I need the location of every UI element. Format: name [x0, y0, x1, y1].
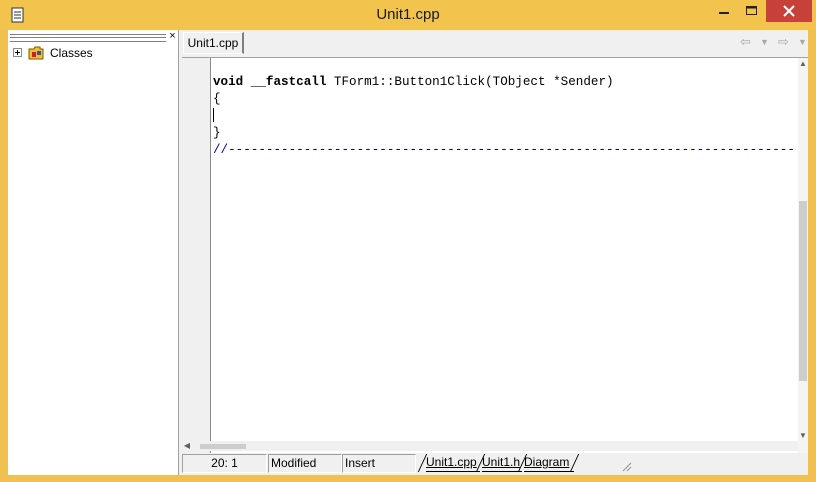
- modified-status: Modified: [268, 454, 342, 473]
- tab-label: Unit1.h: [482, 455, 521, 469]
- insert-mode-status: Insert: [342, 454, 416, 473]
- close-icon: [783, 5, 795, 17]
- back-dropdown-icon[interactable]: ▼: [760, 35, 770, 49]
- keyword: __fastcall: [250, 75, 327, 89]
- maximize-icon: [746, 6, 757, 15]
- maximize-button[interactable]: [738, 0, 766, 22]
- tab-unit1-cpp[interactable]: Unit1.cpp: [183, 32, 244, 54]
- bottom-tab-unit1-h[interactable]: Unit1.h: [482, 454, 522, 472]
- cursor-position: 20: 1: [182, 454, 267, 473]
- bottom-tab-diagram[interactable]: Diagram: [524, 454, 574, 472]
- code-line: }: [213, 125, 798, 142]
- explorer-close-icon[interactable]: ×: [168, 31, 177, 42]
- code-line: {: [213, 91, 798, 108]
- code-line: [213, 108, 798, 125]
- close-button[interactable]: [766, 0, 812, 22]
- tab-label: Unit1.cpp: [426, 455, 477, 469]
- vertical-scrollbar[interactable]: ▲ ▼: [798, 58, 808, 454]
- expand-icon[interactable]: [13, 48, 22, 57]
- scroll-down-icon[interactable]: ▼: [798, 431, 808, 441]
- explorer-grip[interactable]: [10, 34, 166, 42]
- tab-label: Diagram: [524, 455, 570, 469]
- keyword: void: [213, 75, 244, 89]
- scroll-up-icon[interactable]: ▲: [798, 59, 808, 69]
- class-explorer: × Classes: [8, 30, 179, 475]
- minimize-icon: [719, 12, 729, 14]
- text-caret: [213, 108, 214, 122]
- back-arrow-icon[interactable]: ⇦: [740, 35, 756, 49]
- tree-item-label: Classes: [50, 46, 93, 60]
- open-brace: {: [213, 92, 221, 106]
- tree-item-classes[interactable]: Classes: [12, 46, 132, 60]
- status-bar: 20: 1 Modified Insert Unit1.cpp Unit1.h …: [182, 453, 808, 473]
- editor-area: Unit1.cpp ⇦ ▼ ⇨ ▼ void __fastcall TForm1…: [182, 30, 808, 475]
- vertical-scroll-thumb[interactable]: [799, 201, 807, 381]
- editor-gutter[interactable]: [182, 58, 211, 454]
- window-title: Unit1.cpp: [376, 6, 440, 23]
- window-client: × Classes Unit1.cpp ⇦ ▼ ⇨ ▼ void __fastc…: [8, 30, 808, 475]
- classes-folder-icon: [28, 46, 44, 60]
- editor-tab-bar: Unit1.cpp ⇦ ▼ ⇨ ▼: [182, 30, 808, 55]
- forward-dropdown-icon[interactable]: ▼: [798, 35, 808, 49]
- title-bar[interactable]: Unit1.cpp: [0, 0, 816, 30]
- horizontal-scrollbar[interactable]: ◀: [182, 441, 798, 451]
- code-line: void __fastcall TForm1::Button1Click(TOb…: [213, 74, 798, 91]
- code-text[interactable]: void __fastcall TForm1::Button1Click(TOb…: [213, 74, 798, 444]
- code-line: //--------------------------------------…: [213, 142, 798, 159]
- code-token: TForm1::Button1Click(TObject *Sender): [326, 75, 614, 89]
- forward-arrow-icon[interactable]: ⇨: [778, 35, 794, 49]
- close-brace: }: [213, 126, 221, 140]
- separator-comment: //--------------------------------------…: [213, 143, 795, 157]
- resize-grip-icon[interactable]: [620, 460, 632, 472]
- minimize-button[interactable]: [710, 0, 738, 22]
- code-editor[interactable]: void __fastcall TForm1::Button1Click(TOb…: [182, 57, 808, 454]
- scroll-left-icon[interactable]: ◀: [182, 441, 192, 451]
- bottom-tab-unit1-cpp[interactable]: Unit1.cpp: [426, 454, 480, 472]
- horizontal-scroll-thumb[interactable]: [200, 444, 246, 449]
